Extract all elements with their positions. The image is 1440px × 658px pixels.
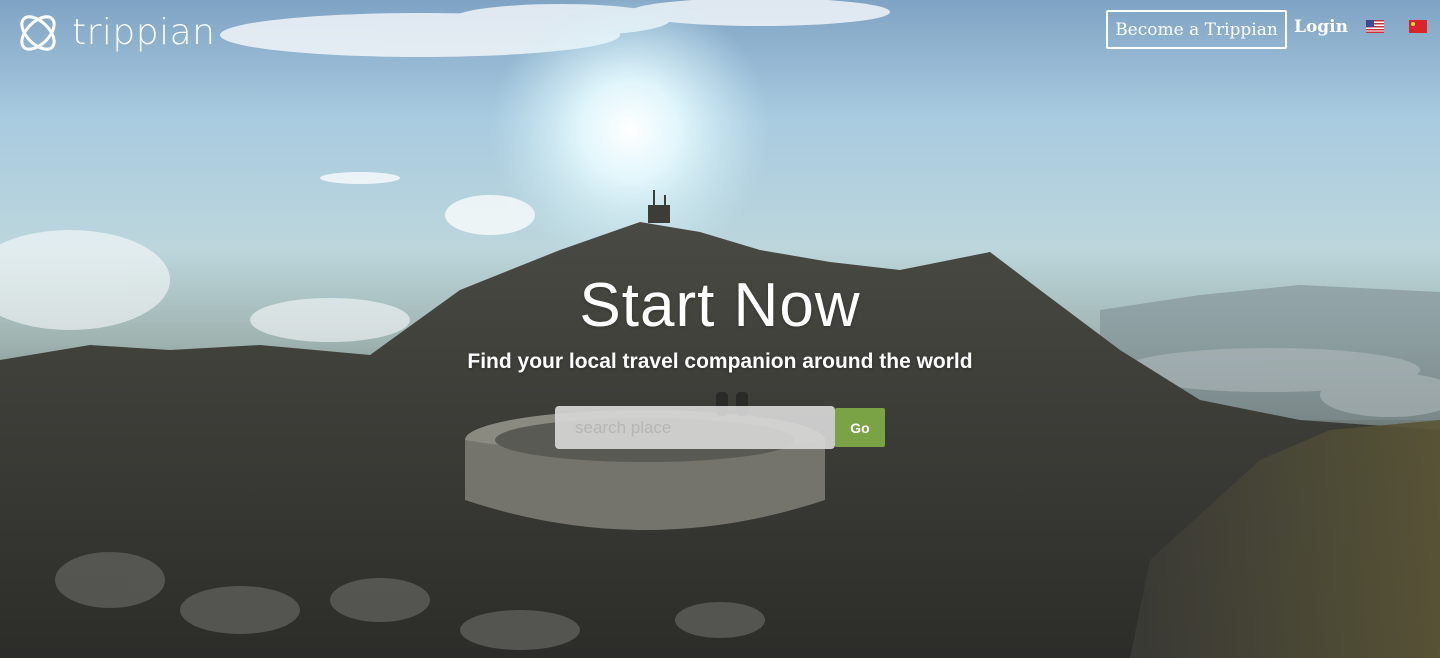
search-place-input[interactable] (555, 406, 835, 449)
flag-cn-icon[interactable] (1409, 20, 1427, 33)
top-navigation: trippian Become a Trippian Login (0, 0, 1440, 64)
brand-logo[interactable]: trippian (14, 8, 216, 58)
trippian-logo-icon (20, 15, 56, 51)
become-trippian-button[interactable]: Become a Trippian (1106, 10, 1287, 49)
login-link[interactable]: Login (1294, 17, 1348, 37)
flag-us-icon[interactable] (1366, 20, 1384, 33)
go-button[interactable]: Go (835, 408, 885, 447)
hero-subtitle: Find your local travel companion around … (467, 350, 973, 373)
hero-title: Start Now (579, 271, 861, 340)
brand-name: trippian (72, 12, 216, 53)
